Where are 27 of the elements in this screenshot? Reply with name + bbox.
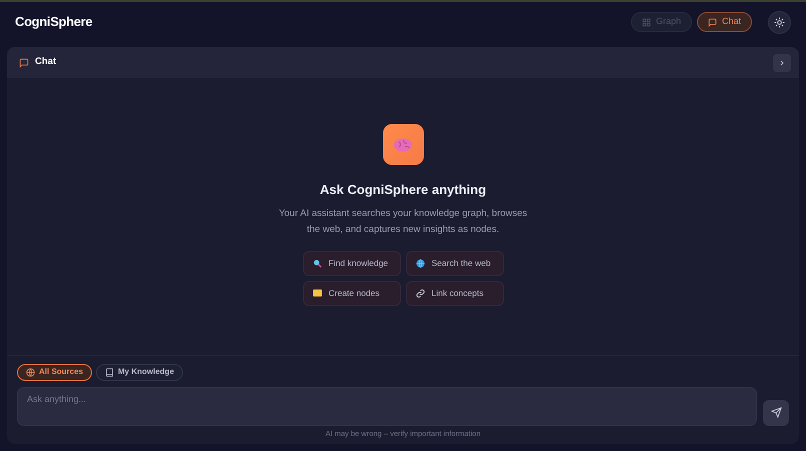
globe-icon xyxy=(416,258,424,268)
send-icon xyxy=(770,407,782,418)
link-icon xyxy=(416,288,424,298)
chat-input[interactable]: Ask anything... xyxy=(17,386,757,426)
grid-icon xyxy=(642,18,651,26)
panel-title: Chat xyxy=(35,55,56,70)
folder-icon xyxy=(312,289,322,297)
chat-bubble-icon xyxy=(19,58,29,68)
book-icon xyxy=(105,368,114,377)
source-toggle[interactable]: All Sources xyxy=(17,364,92,381)
chevron-right-icon xyxy=(778,58,786,66)
suggestion-button[interactable]: Find knowledge xyxy=(302,250,400,276)
empty-state-heading: Ask CogniSphere anything xyxy=(320,181,486,199)
magnifier-icon xyxy=(312,258,322,268)
view-tab[interactable]: Chat xyxy=(696,12,752,32)
brain-icon xyxy=(393,136,413,152)
chat-bubble-icon xyxy=(708,18,717,26)
theme-toggle-button[interactable] xyxy=(768,10,791,34)
app-title: CogniSphere xyxy=(15,13,92,32)
send-button[interactable] xyxy=(763,400,789,426)
globe-icon xyxy=(26,368,35,377)
source-toggle[interactable]: My Knowledge xyxy=(96,364,184,381)
suggestion-button[interactable]: Link concepts xyxy=(406,280,504,306)
suggestion-button[interactable]: Create nodes xyxy=(302,280,400,306)
suggestion-button[interactable]: Search the web xyxy=(406,250,504,276)
sun-icon xyxy=(774,16,785,28)
empty-state-description: Your AI assistant searches your knowledge graph, browses the web, and captures new insights as nodes. xyxy=(278,206,528,236)
